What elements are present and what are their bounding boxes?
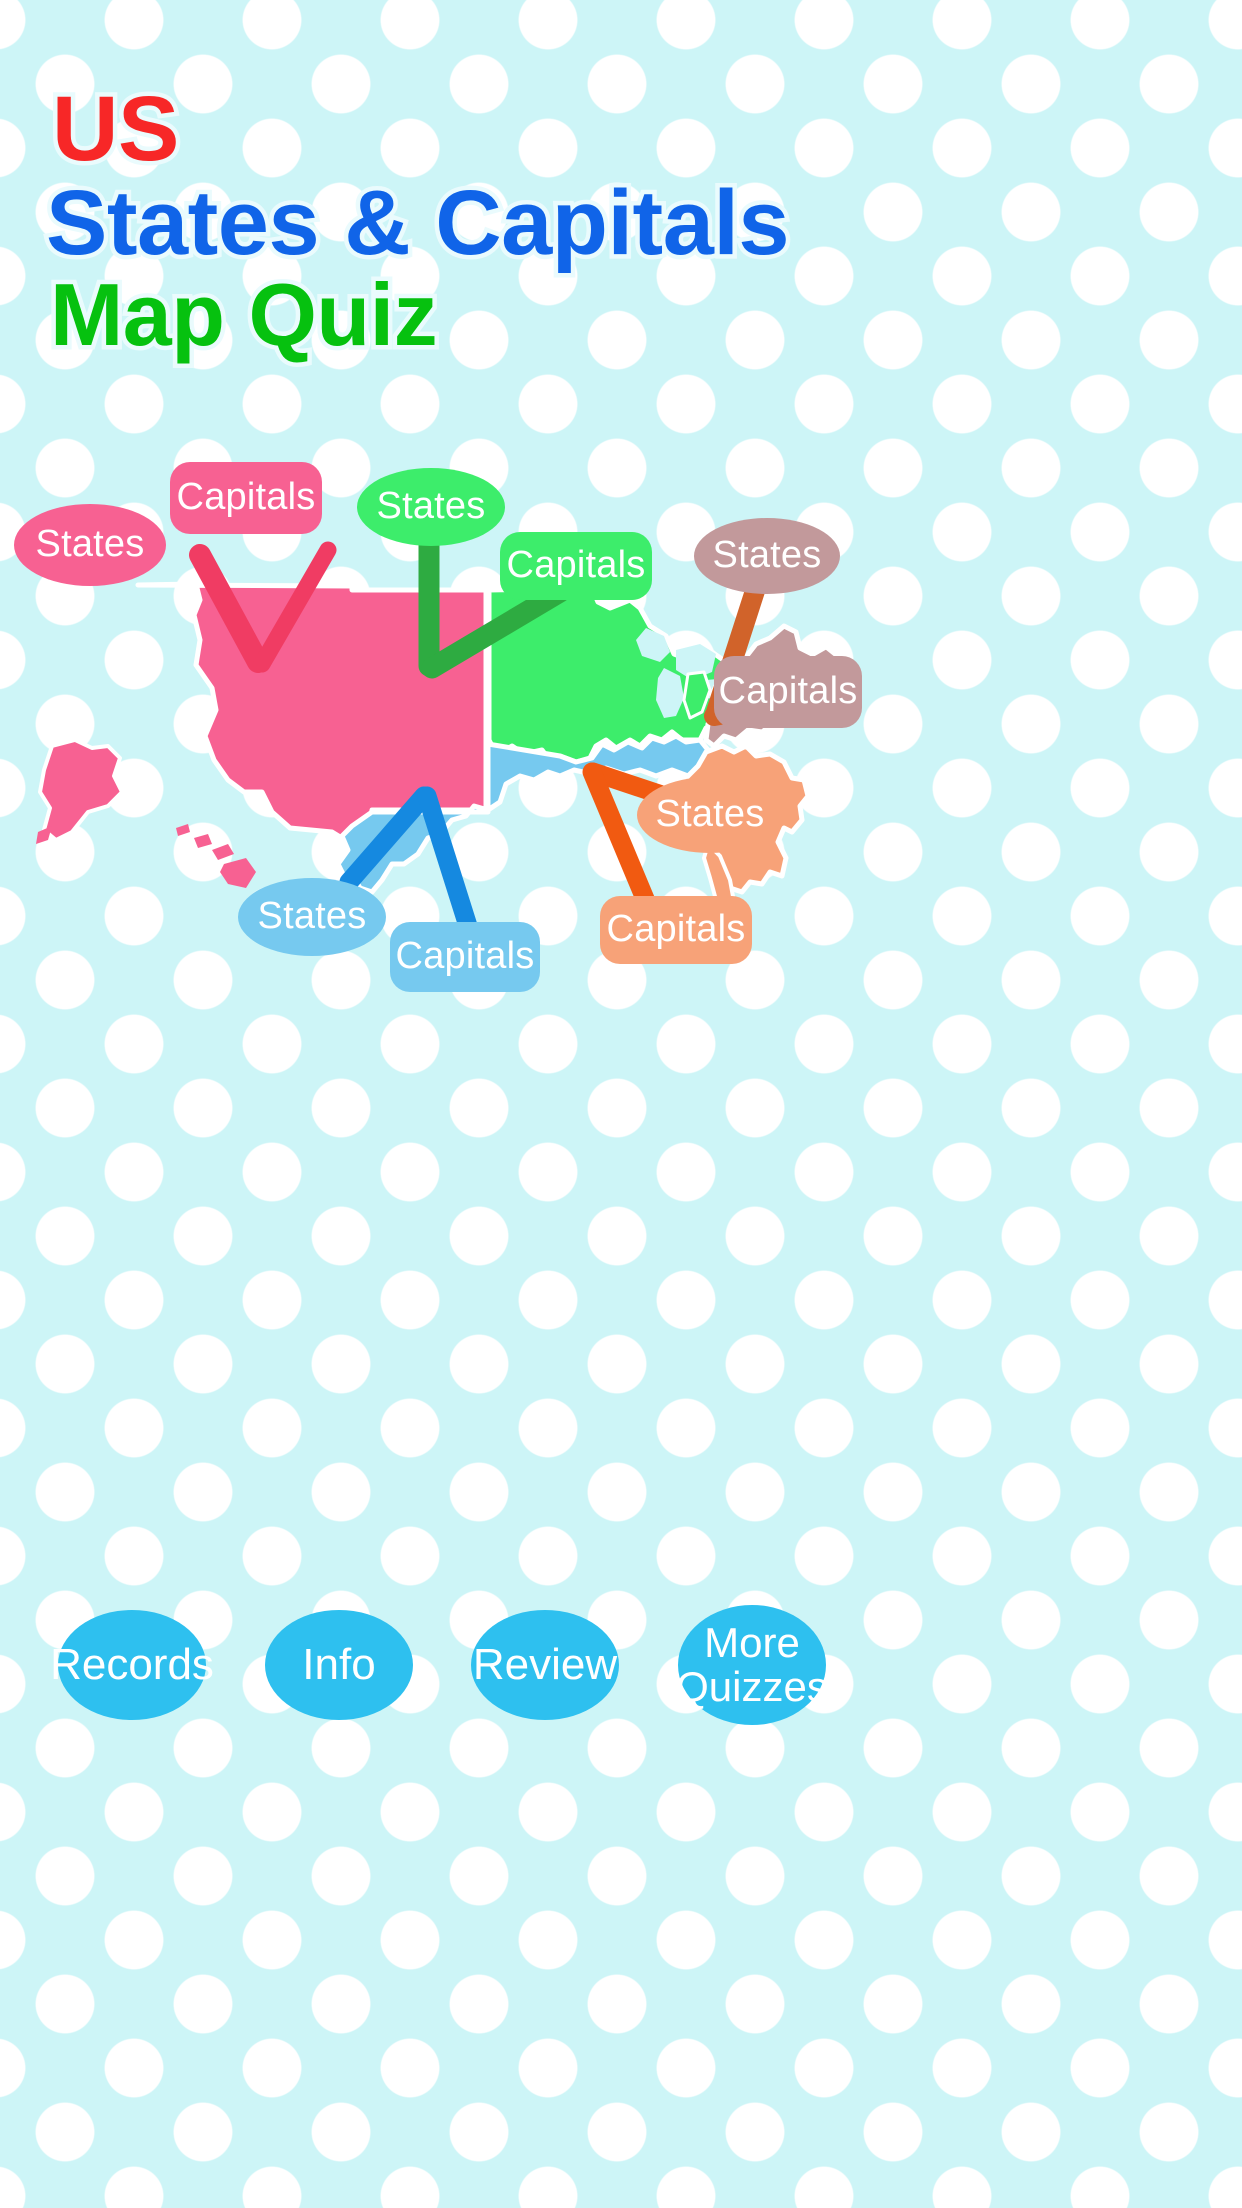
more-quizzes-button-label: More Quizzes [676, 1619, 828, 1710]
bottom-button-bar: Records Info Review More Quizzes [0, 1605, 1242, 1815]
callout-south-states[interactable]: States [238, 878, 386, 956]
app-screen: US States & Capitals Map Quiz States Cap… [0, 0, 1242, 2208]
callout-midwest-capitals[interactable]: Capitals [500, 532, 652, 600]
info-button-label: Info [302, 1640, 376, 1690]
callout-west-capitals[interactable]: Capitals [170, 462, 322, 534]
callout-label: Capitals [606, 908, 746, 951]
info-button[interactable]: Info [265, 1610, 413, 1720]
callout-label: Capitals [395, 935, 535, 978]
title-line-map: Map Quiz [45, 265, 442, 365]
callout-label: States [35, 523, 145, 566]
callout-southeast-states[interactable]: States [637, 777, 783, 853]
title-line-states: States & Capitals [41, 172, 794, 275]
callout-northeast-capitals[interactable]: Capitals [714, 656, 862, 728]
records-button[interactable]: Records [50, 1610, 214, 1720]
callout-label: States [376, 485, 486, 528]
callout-label: Capitals [506, 544, 646, 587]
callout-midwest-states[interactable]: States [357, 468, 505, 546]
callout-south-capitals[interactable]: Capitals [390, 922, 540, 992]
page-title: US States & Capitals Map Quiz [41, 78, 794, 365]
records-button-label: Records [50, 1640, 214, 1690]
callout-southeast-capitals[interactable]: Capitals [600, 896, 752, 964]
review-button-label: Review [472, 1640, 618, 1690]
callout-west-states[interactable]: States [14, 504, 166, 586]
callout-label: States [257, 895, 367, 938]
callout-label: States [655, 793, 765, 836]
more-quizzes-button[interactable]: More Quizzes [676, 1605, 828, 1725]
callout-northeast-states[interactable]: States [694, 518, 840, 594]
review-button[interactable]: Review [471, 1610, 619, 1720]
callout-label: Capitals [176, 476, 316, 519]
callout-label: Capitals [718, 670, 858, 713]
title-line-us: US [47, 78, 183, 180]
callout-label: States [712, 534, 822, 577]
